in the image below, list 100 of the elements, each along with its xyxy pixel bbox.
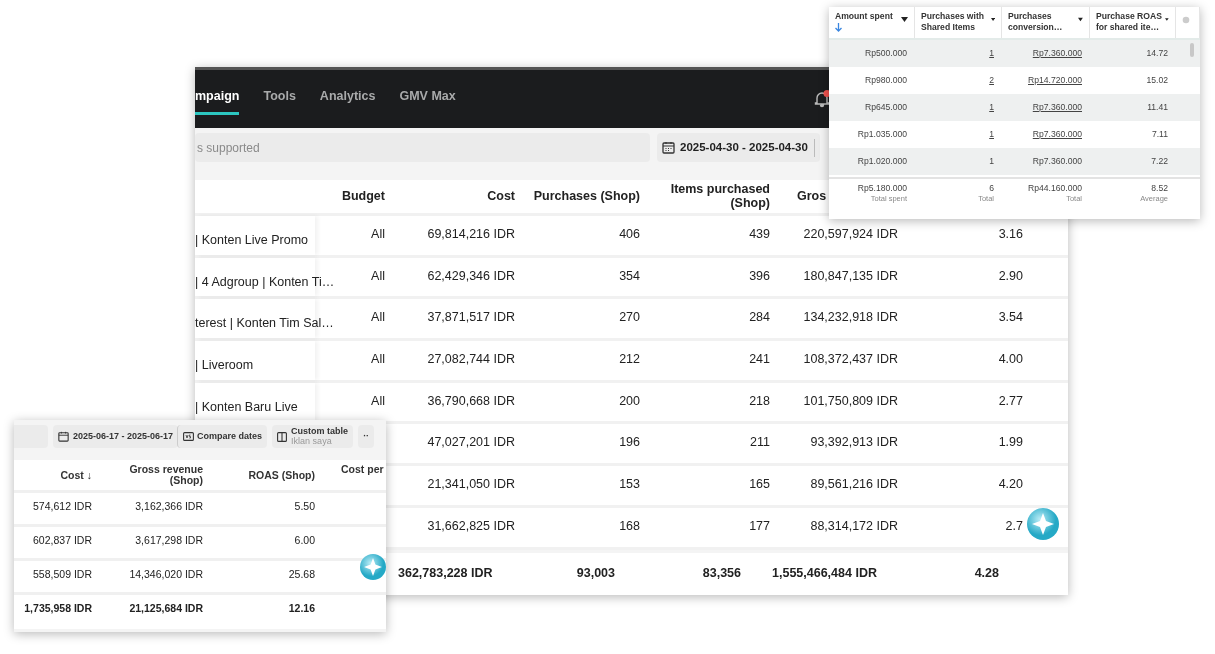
custom-table-button[interactable]: Custom table Iklan saya [272,425,354,448]
value-link[interactable]: 1 [989,102,994,112]
table-cell: 212 [619,352,640,367]
table-cell: 211 [750,435,770,450]
campaign-name[interactable]: | Liveroom [195,358,254,373]
total-value: 21,125,684 IDR [129,602,203,614]
table-cell: 168 [619,518,640,533]
table-cell: 218 [749,393,770,408]
table-cell: All [371,310,385,325]
table-cell: 180,847,135 IDR [803,268,898,283]
value-link[interactable]: 1 [989,48,994,58]
table-cell: Rp645.000 [864,102,907,112]
table-cell: 69,814,216 IDR [427,227,515,241]
table-cell: 165 [749,477,770,492]
nav-tab[interactable]: Analytics [319,70,376,115]
column-header[interactable]: ROAS (Shop) [248,469,315,481]
table-cell: All [371,393,385,408]
dropdown-icon[interactable] [990,17,995,22]
column-header[interactable]: Purchases conversion… [1008,11,1079,33]
table-cell: 27,082,744 IDR [427,352,515,367]
column-header[interactable]: Cost [487,188,515,203]
value-link[interactable]: Rp7.360.000 [1032,102,1082,112]
table-cell: 153 [619,477,640,492]
column-header[interactable]: Purchases with Shared Items [921,11,991,33]
bell-icon[interactable] [813,90,831,108]
table-cell: All [371,268,385,283]
calendar-icon [58,431,69,442]
total-value: 83,356 [702,566,741,581]
nav-tab[interactable]: Tools [263,70,296,115]
table-cell: 101,750,809 IDR [803,393,898,408]
table-cell: 574,612 IDR [33,500,92,512]
dropdown-icon[interactable] [1078,17,1083,22]
campaign-name[interactable]: | 4 Adgroup | Konten Ti… [195,274,335,289]
table-cell: 200 [619,393,640,408]
table-cell: All [371,227,385,241]
total-value: Rp5.180.000 [856,183,907,195]
table-cell: 37,871,517 IDR [427,310,515,325]
compare-icon [183,432,195,441]
column-header[interactable]: Budget [341,188,385,203]
search-field[interactable]: s supported [195,133,650,162]
total-value: 4.28 [974,566,999,581]
column-header[interactable]: Gros [797,188,827,203]
table-cell: 21,341,050 IDR [427,477,515,492]
button-subtitle: Iklan saya [291,436,333,446]
column-header[interactable]: Cost per [341,463,384,475]
table-cell: 354 [619,268,640,283]
value-link[interactable]: 1 [989,129,994,139]
sparkle-icon[interactable] [1027,508,1059,540]
columns-icon [277,431,288,442]
value-link[interactable]: Rp7.360.000 [1032,48,1082,58]
table-cell: 7.11 [1151,129,1168,139]
table-cell: Rp7.360.000 [1032,156,1082,166]
table-cell: 4.20 [998,477,1023,492]
table-cell: 2.77 [998,393,1023,408]
campaign-name[interactable]: | Konten Live Promo [195,233,309,247]
table-cell: 6.00 [294,534,315,546]
table-cell: 108,372,437 IDR [803,352,898,367]
table-cell: 270 [619,310,640,325]
button-title: Custom table [291,427,349,437]
table-cell: 2.90 [998,268,1023,283]
table-cell: 11.41 [1147,102,1168,112]
table-cell: Rp1.020.000 [857,156,907,166]
table-cell: 3,617,298 IDR [135,534,203,546]
table-cell: 93,392,913 IDR [810,435,898,450]
nav-tab[interactable]: GMV Max [399,70,456,115]
table-cell: 47,027,201 IDR [427,435,515,450]
value-link[interactable]: 2 [989,75,994,85]
scrollbar-thumb[interactable] [1190,43,1194,57]
sort-arrow-icon [835,22,842,32]
value-link[interactable]: Rp7.360.000 [1032,129,1082,139]
column-header[interactable]: Cost ↓ [60,469,92,481]
campaign-name[interactable]: terest | Konten Tim Sal… [195,316,334,331]
total-value: 8.52 [1150,183,1168,195]
campaign-name[interactable]: | Konten Baru Live [195,399,298,414]
table-cell: 14,346,020 IDR [129,568,203,580]
total-value: 1,735,958 IDR [24,602,92,614]
dropdown-icon[interactable] [901,17,908,22]
table-cell: 88,314,172 IDR [810,518,898,533]
sparkle-icon[interactable] [360,554,386,580]
compare-dates-button[interactable]: Compare dates [177,425,268,448]
table-cell: 196 [619,435,640,450]
table-cell: 602,837 IDR [33,534,92,546]
column-header[interactable]: Gross revenue (Shop) [128,464,203,487]
more-button[interactable]: ·· [358,425,375,448]
table-cell: 284 [749,310,770,325]
dropdown-icon[interactable] [1165,17,1169,22]
table-cell: 1 [989,156,994,166]
table-cell: 14.72 [1146,48,1168,58]
column-header[interactable]: Purchases (Shop) [533,188,640,203]
column-header[interactable]: Purchase ROAS for shared ite… [1096,11,1166,33]
nav-tab[interactable]: mpaign [195,70,240,115]
column-header[interactable]: Amount spent [835,11,901,22]
date-range-button[interactable]: 2025-04-30 - 2025-04-30 [657,133,820,162]
table-cell: 439 [749,227,770,241]
table-cell: 25.68 [288,568,315,580]
table-cell: 1.99 [998,435,1023,450]
date-range-button[interactable]: 2025-06-17 - 2025-06-17 [53,425,179,448]
value-link[interactable]: Rp14.720.000 [1028,75,1082,85]
column-header[interactable]: Items purchased (Shop) [665,183,770,210]
table-cell: 406 [619,227,640,241]
